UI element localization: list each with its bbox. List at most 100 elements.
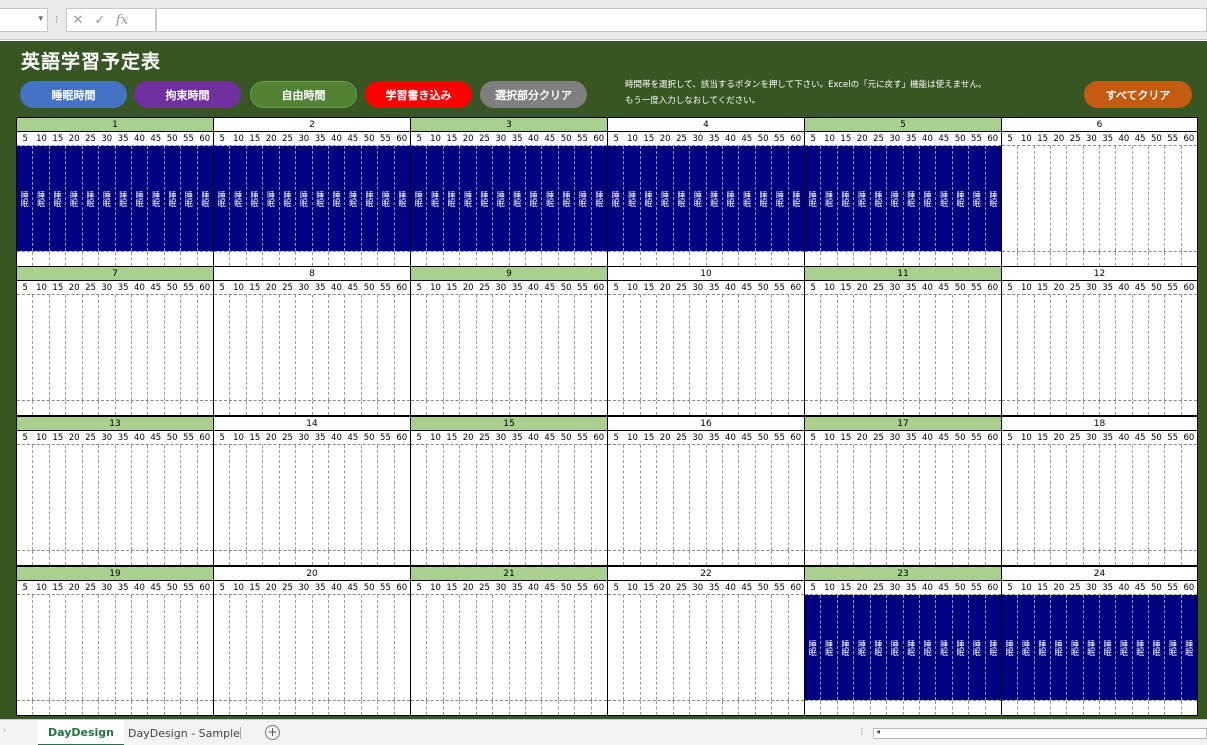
time-slot-cell[interactable] [1035, 295, 1051, 400]
time-slot-cell[interactable]: 睡眠 [985, 146, 1001, 251]
time-slot-cell[interactable] [510, 295, 526, 400]
footer-cell[interactable] [66, 701, 83, 715]
time-slot-cell[interactable] [969, 445, 986, 550]
time-slot-cell[interactable] [493, 595, 510, 700]
footer-cell[interactable] [608, 401, 625, 415]
footer-cell[interactable] [230, 401, 247, 415]
time-slot-cell[interactable] [821, 445, 838, 550]
footer-cell[interactable] [1035, 701, 1051, 715]
tab-scroll-icon[interactable]: › [3, 726, 7, 736]
time-slot-cell[interactable]: 睡眠 [394, 146, 410, 251]
footer-cell[interactable] [674, 551, 691, 565]
footer-cell[interactable] [247, 551, 264, 565]
time-slot-cell[interactable] [723, 595, 740, 700]
footer-cell[interactable] [756, 401, 773, 415]
time-slot-cell[interactable] [181, 445, 198, 550]
time-slot-cell[interactable] [772, 295, 789, 400]
time-slot-cell[interactable] [805, 295, 822, 400]
time-slot-cell[interactable] [1018, 146, 1035, 251]
time-slot-cell[interactable]: 睡眠 [1018, 595, 1035, 700]
time-slot-cell[interactable] [608, 445, 625, 550]
footer-cell[interactable] [99, 551, 116, 565]
footer-cell[interactable] [395, 401, 410, 415]
footer-cell[interactable] [17, 252, 34, 266]
footer-cell[interactable] [99, 252, 116, 266]
footer-cell[interactable] [805, 551, 822, 565]
footer-cell[interactable] [444, 401, 461, 415]
footer-cell[interactable] [805, 401, 822, 415]
time-slot-cell[interactable] [99, 595, 116, 700]
time-slot-cell[interactable] [280, 295, 297, 400]
footer-cell[interactable] [345, 252, 362, 266]
time-slot-cell[interactable]: 睡眠 [1132, 595, 1149, 700]
footer-cell[interactable] [148, 252, 165, 266]
time-slot-cell[interactable]: 睡眠 [821, 146, 838, 251]
time-slot-cell[interactable] [887, 295, 904, 400]
time-slot-cell[interactable]: 睡眠 [887, 146, 904, 251]
time-slot-cell[interactable] [165, 595, 182, 700]
footer-cell[interactable] [805, 252, 822, 266]
footer-cell[interactable] [280, 401, 297, 415]
footer-cell[interactable] [427, 551, 444, 565]
footer-cell[interactable] [99, 401, 116, 415]
time-slot-cell[interactable] [953, 295, 970, 400]
footer-cell[interactable] [1149, 551, 1166, 565]
footer-cell[interactable] [1165, 701, 1182, 715]
time-slot-cell[interactable] [230, 295, 247, 400]
footer-cell[interactable] [936, 551, 953, 565]
footer-cell[interactable] [871, 551, 888, 565]
footer-cell[interactable] [592, 401, 607, 415]
time-slot-cell[interactable] [986, 295, 1001, 400]
time-slot-cell[interactable]: 睡眠 [525, 146, 543, 251]
footer-cell[interactable] [132, 701, 149, 715]
scroll-left-icon[interactable]: ◂ [876, 727, 880, 736]
time-slot-cell[interactable] [427, 445, 444, 550]
time-slot-cell[interactable]: 睡眠 [952, 595, 970, 700]
time-slot-cell[interactable]: 睡眠 [164, 146, 182, 251]
clear-all-button[interactable]: すべてクリア [1084, 81, 1192, 108]
time-slot-cell[interactable] [690, 295, 707, 400]
footer-cell[interactable] [1084, 551, 1100, 565]
time-slot-cell[interactable] [772, 445, 789, 550]
footer-cell[interactable] [526, 401, 543, 415]
footer-cell[interactable] [1133, 401, 1149, 415]
time-slot-cell[interactable] [756, 595, 773, 700]
time-slot-cell[interactable]: 睡眠 [690, 146, 707, 251]
time-slot-cell[interactable]: 睡眠 [17, 146, 34, 251]
footer-cell[interactable] [116, 252, 132, 266]
time-slot-cell[interactable]: 睡眠 [903, 595, 920, 700]
footer-cell[interactable] [181, 701, 198, 715]
footer-cell[interactable] [756, 701, 773, 715]
time-slot-cell[interactable] [230, 445, 247, 550]
time-slot-cell[interactable] [789, 445, 804, 550]
time-slot-cell[interactable]: 睡眠 [148, 146, 165, 251]
footer-cell[interactable] [641, 551, 658, 565]
name-box[interactable]: ▾ [0, 8, 48, 32]
footer-cell[interactable] [116, 551, 132, 565]
time-slot-cell[interactable] [920, 295, 937, 400]
footer-cell[interactable] [247, 701, 264, 715]
time-slot-cell[interactable] [1018, 295, 1035, 400]
time-slot-cell[interactable] [838, 295, 855, 400]
time-slot-cell[interactable] [83, 445, 100, 550]
time-slot-cell[interactable]: 睡眠 [936, 146, 953, 251]
time-slot-cell[interactable] [1165, 146, 1182, 251]
time-slot-cell[interactable]: 睡眠 [66, 146, 83, 251]
time-slot-cell[interactable] [739, 295, 756, 400]
footer-cell[interactable] [1035, 401, 1051, 415]
time-slot-cell[interactable] [247, 295, 264, 400]
time-slot-cell[interactable]: 睡眠 [1099, 595, 1117, 700]
time-slot-cell[interactable]: 睡眠 [1002, 595, 1019, 700]
footer-cell[interactable] [789, 701, 804, 715]
time-slot-cell[interactable]: 睡眠 [131, 146, 149, 251]
footer-cell[interactable] [1051, 252, 1068, 266]
footer-cell[interactable] [1165, 252, 1182, 266]
footer-cell[interactable] [575, 252, 592, 266]
time-slot-cell[interactable] [66, 445, 83, 550]
time-slot-cell[interactable] [739, 595, 756, 700]
time-slot-cell[interactable]: 睡眠 [1067, 595, 1084, 700]
time-slot-cell[interactable]: 睡眠 [246, 146, 264, 251]
time-slot-cell[interactable] [395, 445, 410, 550]
time-slot-cell[interactable] [17, 445, 34, 550]
footer-cell[interactable] [920, 252, 937, 266]
